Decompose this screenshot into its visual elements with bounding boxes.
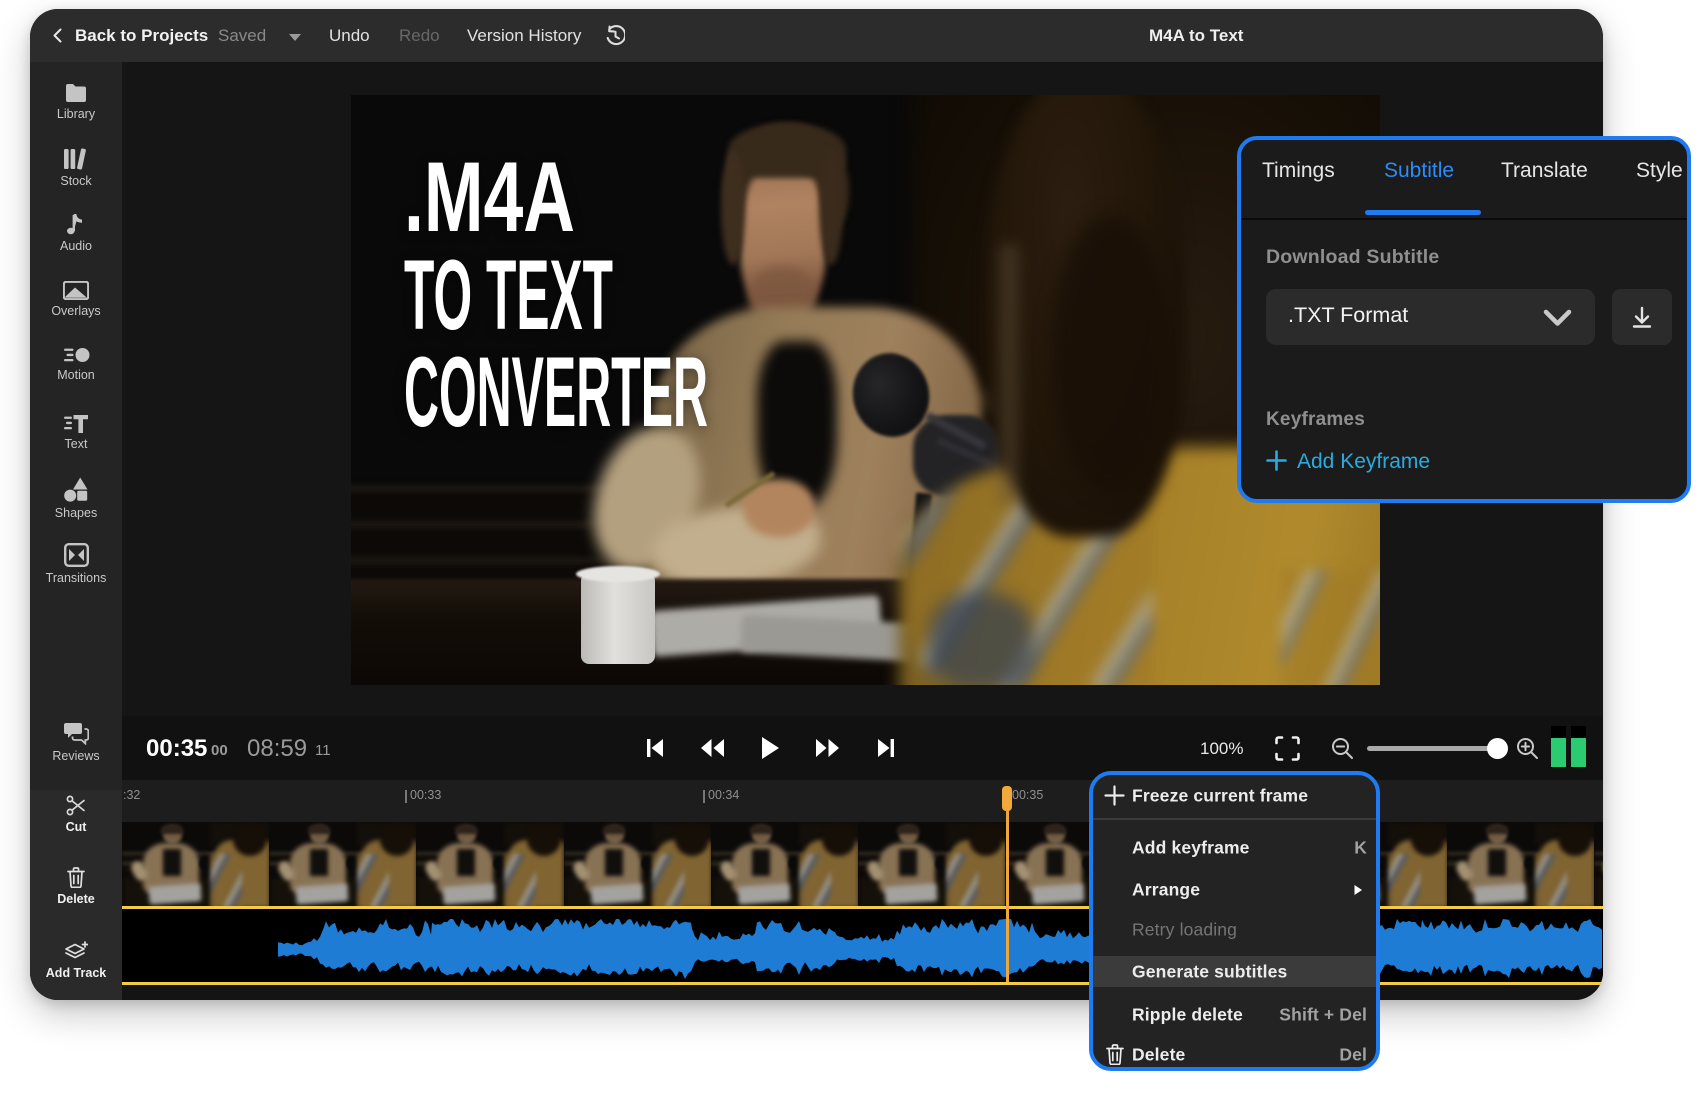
svg-text:TO TEXT: TO TEXT (404, 239, 613, 350)
svg-text:.M4A: .M4A (404, 141, 575, 252)
svg-text:CONVERTER: CONVERTER (404, 336, 708, 447)
